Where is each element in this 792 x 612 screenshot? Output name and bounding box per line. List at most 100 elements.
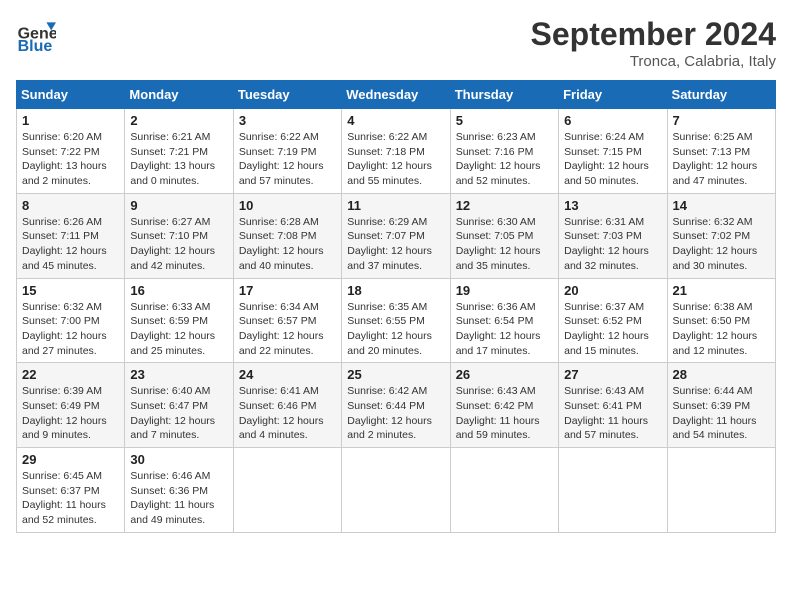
day-number: 22 <box>22 367 119 382</box>
calendar-cell: 26 Sunrise: 6:43 AMSunset: 6:42 PMDayligh… <box>450 363 558 448</box>
day-info: Sunrise: 6:26 AMSunset: 7:11 PMDaylight:… <box>22 215 119 274</box>
day-info: Sunrise: 6:23 AMSunset: 7:16 PMDaylight:… <box>456 130 553 189</box>
day-info: Sunrise: 6:43 AMSunset: 6:42 PMDaylight:… <box>456 384 553 443</box>
day-header-saturday: Saturday <box>667 81 775 109</box>
day-info: Sunrise: 6:28 AMSunset: 7:08 PMDaylight:… <box>239 215 336 274</box>
day-number: 8 <box>22 198 119 213</box>
day-header-sunday: Sunday <box>17 81 125 109</box>
day-info: Sunrise: 6:31 AMSunset: 7:03 PMDaylight:… <box>564 215 661 274</box>
calendar-cell <box>450 448 558 533</box>
calendar-cell: 20 Sunrise: 6:37 AMSunset: 6:52 PMDayligh… <box>559 278 667 363</box>
month-title: September 2024 <box>531 16 776 53</box>
day-info: Sunrise: 6:24 AMSunset: 7:15 PMDaylight:… <box>564 130 661 189</box>
day-info: Sunrise: 6:36 AMSunset: 6:54 PMDaylight:… <box>456 300 553 359</box>
day-number: 10 <box>239 198 336 213</box>
day-number: 7 <box>673 113 770 128</box>
calendar-cell: 23 Sunrise: 6:40 AMSunset: 6:47 PMDayligh… <box>125 363 233 448</box>
calendar-cell: 3Sunrise: 6:22 AMSunset: 7:19 PMDaylight… <box>233 109 341 194</box>
day-info: Sunrise: 6:32 AMSunset: 7:02 PMDaylight:… <box>673 215 770 274</box>
day-number: 6 <box>564 113 661 128</box>
day-info: Sunrise: 6:44 AMSunset: 6:39 PMDaylight:… <box>673 384 770 443</box>
calendar-cell: 7 Sunrise: 6:25 AMSunset: 7:13 PMDaylight… <box>667 109 775 194</box>
page-header: General Blue September 2024 Tronca, Cala… <box>16 16 776 70</box>
day-info: Sunrise: 6:39 AMSunset: 6:49 PMDaylight:… <box>22 384 119 443</box>
day-number: 15 <box>22 283 119 298</box>
logo-icon: General Blue <box>16 16 56 56</box>
calendar-cell: 19 Sunrise: 6:36 AMSunset: 6:54 PMDayligh… <box>450 278 558 363</box>
day-number: 19 <box>456 283 553 298</box>
day-number: 17 <box>239 283 336 298</box>
calendar-cell: 14Sunrise: 6:32 AMSunset: 7:02 PMDayligh… <box>667 193 775 278</box>
svg-text:Blue: Blue <box>18 38 53 55</box>
day-number: 4 <box>347 113 444 128</box>
day-info: Sunrise: 6:25 AMSunset: 7:13 PMDaylight:… <box>673 130 770 189</box>
calendar-cell <box>233 448 341 533</box>
day-header-monday: Monday <box>125 81 233 109</box>
day-number: 28 <box>673 367 770 382</box>
calendar-cell: 22 Sunrise: 6:39 AMSunset: 6:49 PMDayligh… <box>17 363 125 448</box>
calendar-cell: 10 Sunrise: 6:28 AMSunset: 7:08 PMDayligh… <box>233 193 341 278</box>
day-info: Sunrise: 6:30 AMSunset: 7:05 PMDaylight:… <box>456 215 553 274</box>
calendar-cell: 11 Sunrise: 6:29 AMSunset: 7:07 PMDayligh… <box>342 193 450 278</box>
day-info: Sunrise: 6:46 AMSunset: 6:36 PMDaylight:… <box>130 469 227 528</box>
calendar-cell: 6 Sunrise: 6:24 AMSunset: 7:15 PMDaylight… <box>559 109 667 194</box>
calendar-cell <box>667 448 775 533</box>
calendar-cell: 18Sunrise: 6:35 AMSunset: 6:55 PMDayligh… <box>342 278 450 363</box>
calendar-cell: 5 Sunrise: 6:23 AMSunset: 7:16 PMDaylight… <box>450 109 558 194</box>
day-header-thursday: Thursday <box>450 81 558 109</box>
calendar-week-row: 8 Sunrise: 6:26 AMSunset: 7:11 PMDaylight… <box>17 193 776 278</box>
calendar-table: SundayMondayTuesdayWednesdayThursdayFrid… <box>16 80 776 533</box>
day-number: 29 <box>22 452 119 467</box>
calendar-cell: 16Sunrise: 6:33 AMSunset: 6:59 PMDayligh… <box>125 278 233 363</box>
day-info: Sunrise: 6:20 AMSunset: 7:22 PMDaylight:… <box>22 130 119 189</box>
day-number: 9 <box>130 198 227 213</box>
day-number: 21 <box>673 283 770 298</box>
day-number: 30 <box>130 452 227 467</box>
calendar-cell: 27 Sunrise: 6:43 AMSunset: 6:41 PMDayligh… <box>559 363 667 448</box>
calendar-cell: 17 Sunrise: 6:34 AMSunset: 6:57 PMDayligh… <box>233 278 341 363</box>
day-number: 3 <box>239 113 336 128</box>
calendar-cell: 8 Sunrise: 6:26 AMSunset: 7:11 PMDaylight… <box>17 193 125 278</box>
calendar-cell: 15 Sunrise: 6:32 AMSunset: 7:00 PMDayligh… <box>17 278 125 363</box>
day-number: 16 <box>130 283 227 298</box>
day-number: 12 <box>456 198 553 213</box>
day-info: Sunrise: 6:40 AMSunset: 6:47 PMDaylight:… <box>130 384 227 443</box>
day-number: 20 <box>564 283 661 298</box>
day-number: 2 <box>130 113 227 128</box>
day-header-tuesday: Tuesday <box>233 81 341 109</box>
day-number: 11 <box>347 198 444 213</box>
day-number: 1 <box>22 113 119 128</box>
day-number: 25 <box>347 367 444 382</box>
calendar-cell: 30 Sunrise: 6:46 AMSunset: 6:36 PMDayligh… <box>125 448 233 533</box>
day-number: 13 <box>564 198 661 213</box>
calendar-cell <box>342 448 450 533</box>
day-info: Sunrise: 6:34 AMSunset: 6:57 PMDaylight:… <box>239 300 336 359</box>
calendar-cell <box>559 448 667 533</box>
calendar-week-row: 15 Sunrise: 6:32 AMSunset: 7:00 PMDayligh… <box>17 278 776 363</box>
day-info: Sunrise: 6:37 AMSunset: 6:52 PMDaylight:… <box>564 300 661 359</box>
logo: General Blue <box>16 16 60 56</box>
calendar-cell: 1 Sunrise: 6:20 AMSunset: 7:22 PMDaylight… <box>17 109 125 194</box>
day-info: Sunrise: 6:27 AMSunset: 7:10 PMDaylight:… <box>130 215 227 274</box>
day-number: 5 <box>456 113 553 128</box>
day-number: 23 <box>130 367 227 382</box>
day-info: Sunrise: 6:29 AMSunset: 7:07 PMDaylight:… <box>347 215 444 274</box>
calendar-cell: 21Sunrise: 6:38 AMSunset: 6:50 PMDayligh… <box>667 278 775 363</box>
calendar-week-row: 22 Sunrise: 6:39 AMSunset: 6:49 PMDayligh… <box>17 363 776 448</box>
day-info: Sunrise: 6:43 AMSunset: 6:41 PMDaylight:… <box>564 384 661 443</box>
calendar-week-row: 1 Sunrise: 6:20 AMSunset: 7:22 PMDaylight… <box>17 109 776 194</box>
calendar-cell: 13 Sunrise: 6:31 AMSunset: 7:03 PMDayligh… <box>559 193 667 278</box>
calendar-cell: 24Sunrise: 6:41 AMSunset: 6:46 PMDayligh… <box>233 363 341 448</box>
calendar-cell: 12 Sunrise: 6:30 AMSunset: 7:05 PMDayligh… <box>450 193 558 278</box>
day-info: Sunrise: 6:22 AMSunset: 7:18 PMDaylight:… <box>347 130 444 189</box>
day-info: Sunrise: 6:45 AMSunset: 6:37 PMDaylight:… <box>22 469 119 528</box>
day-number: 26 <box>456 367 553 382</box>
calendar-cell: 28 Sunrise: 6:44 AMSunset: 6:39 PMDayligh… <box>667 363 775 448</box>
day-number: 27 <box>564 367 661 382</box>
day-info: Sunrise: 6:42 AMSunset: 6:44 PMDaylight:… <box>347 384 444 443</box>
title-section: September 2024 Tronca, Calabria, Italy <box>531 16 776 70</box>
calendar-cell: 4 Sunrise: 6:22 AMSunset: 7:18 PMDaylight… <box>342 109 450 194</box>
calendar-cell: 25 Sunrise: 6:42 AMSunset: 6:44 PMDayligh… <box>342 363 450 448</box>
day-info: Sunrise: 6:32 AMSunset: 7:00 PMDaylight:… <box>22 300 119 359</box>
location-subtitle: Tronca, Calabria, Italy <box>531 53 776 70</box>
